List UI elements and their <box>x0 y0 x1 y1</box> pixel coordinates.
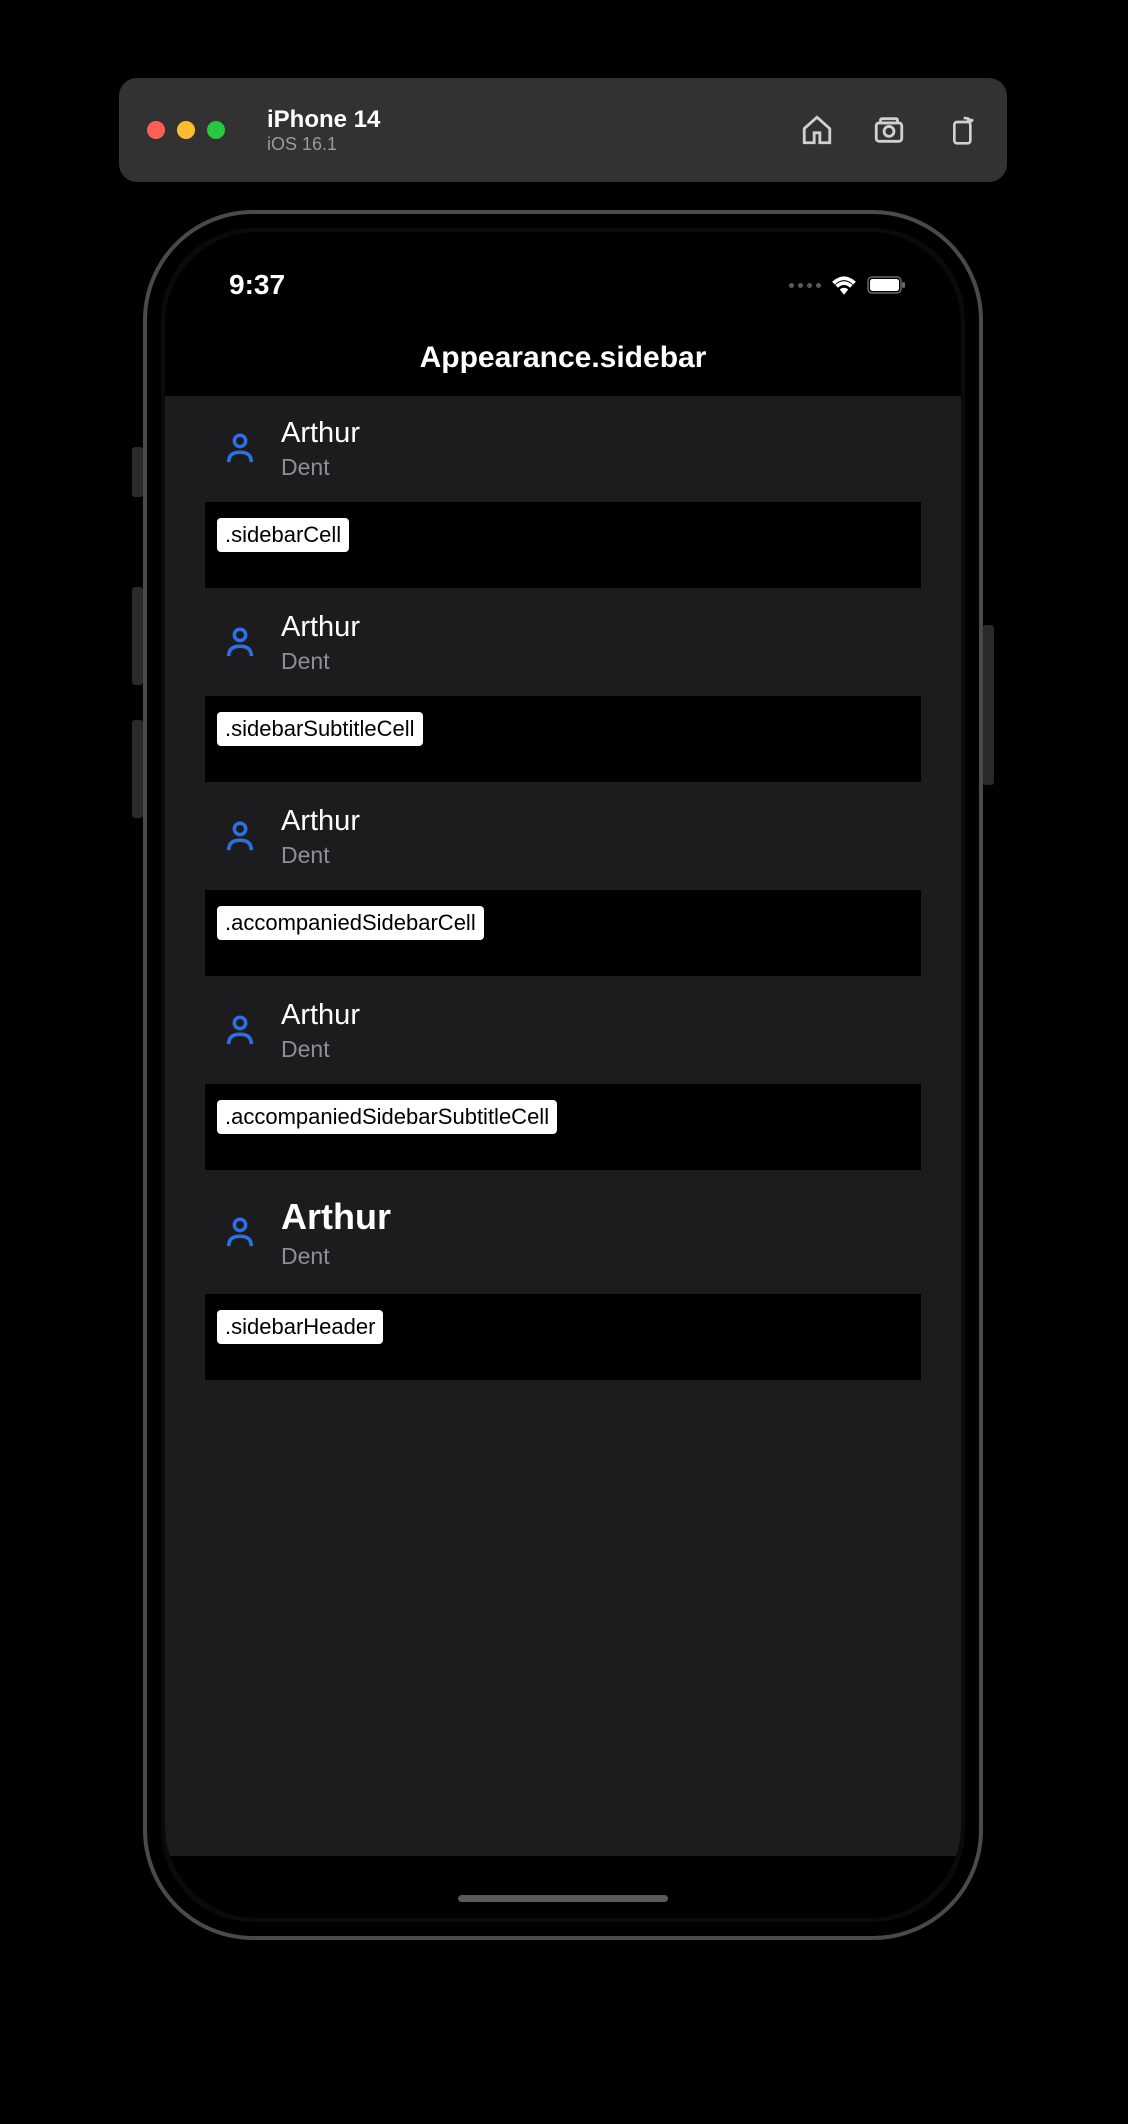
cell-title: Arthur <box>281 803 360 841</box>
window-controls <box>147 121 225 139</box>
cell-title: Arthur <box>281 415 360 453</box>
person-icon <box>223 625 257 659</box>
label-row: .sidebarSubtitleCell <box>205 696 921 782</box>
wifi-icon <box>831 275 857 295</box>
camera-icon <box>872 113 906 147</box>
cell-text: Arthur Dent <box>281 415 360 482</box>
person-icon <box>223 431 257 465</box>
maximize-window-button[interactable] <box>207 121 225 139</box>
close-window-button[interactable] <box>147 121 165 139</box>
battery-icon <box>867 275 907 295</box>
status-time: 9:37 <box>229 269 285 301</box>
minimize-window-button[interactable] <box>177 121 195 139</box>
volume-up-button[interactable] <box>132 587 143 685</box>
person-icon <box>223 819 257 853</box>
home-indicator[interactable] <box>458 1895 668 1902</box>
list-item[interactable]: Arthur Dent <box>165 982 961 1078</box>
cell-text: Arthur Dent <box>281 1194 391 1270</box>
device-name: iPhone 14 <box>267 106 380 134</box>
cellular-icon <box>789 283 821 288</box>
annotation-label: .accompaniedSidebarCell <box>217 906 484 940</box>
person-icon <box>223 1013 257 1047</box>
device-os: iOS 16.1 <box>267 134 380 155</box>
annotation-label: .accompaniedSidebarSubtitleCell <box>217 1100 557 1134</box>
phone-frame: 9:37 <box>143 210 983 1940</box>
list-item[interactable]: Arthur Dent <box>165 400 961 496</box>
cell-title: Arthur <box>281 997 360 1035</box>
rotate-button[interactable] <box>943 112 979 148</box>
cell-subtitle: Dent <box>281 1036 360 1063</box>
cell-subtitle: Dent <box>281 454 360 481</box>
status-bar: 9:37 <box>165 232 961 320</box>
label-row: .sidebarHeader <box>205 1294 921 1380</box>
status-right <box>789 275 907 295</box>
simulator-actions <box>799 112 979 148</box>
cell-subtitle: Dent <box>281 648 360 675</box>
volume-down-button[interactable] <box>132 720 143 818</box>
page-title: Appearance.sidebar <box>420 341 707 375</box>
home-icon <box>800 113 834 147</box>
annotation-label: .sidebarSubtitleCell <box>217 712 423 746</box>
list-item[interactable]: Arthur Dent <box>165 1176 961 1288</box>
person-icon <box>223 1215 257 1249</box>
simulator-toolbar: iPhone 14 iOS 16.1 <box>119 78 1007 182</box>
annotation-label: .sidebarCell <box>217 518 349 552</box>
simulator-device-info: iPhone 14 iOS 16.1 <box>267 106 380 155</box>
cell-text: Arthur Dent <box>281 803 360 870</box>
mute-switch[interactable] <box>132 447 143 497</box>
cell-text: Arthur Dent <box>281 997 360 1064</box>
power-button[interactable] <box>983 625 994 785</box>
screenshot-button[interactable] <box>871 112 907 148</box>
list-item[interactable]: Arthur Dent <box>165 788 961 884</box>
cell-subtitle: Dent <box>281 1243 391 1270</box>
cell-subtitle: Dent <box>281 842 360 869</box>
label-row: .sidebarCell <box>205 502 921 588</box>
annotation-label: .sidebarHeader <box>217 1310 383 1344</box>
phone-screen: 9:37 <box>165 232 961 1918</box>
list-item[interactable]: Arthur Dent <box>165 594 961 690</box>
cell-title: Arthur <box>281 609 360 647</box>
content-area[interactable]: Arthur Dent .sidebarCell Arthur Dent <box>165 396 961 1856</box>
label-row: .accompaniedSidebarCell <box>205 890 921 976</box>
rotate-icon <box>945 114 977 146</box>
label-row: .accompaniedSidebarSubtitleCell <box>205 1084 921 1170</box>
home-button[interactable] <box>799 112 835 148</box>
cell-title: Arthur <box>281 1194 391 1241</box>
cell-text: Arthur Dent <box>281 609 360 676</box>
navigation-bar: Appearance.sidebar <box>165 320 961 396</box>
